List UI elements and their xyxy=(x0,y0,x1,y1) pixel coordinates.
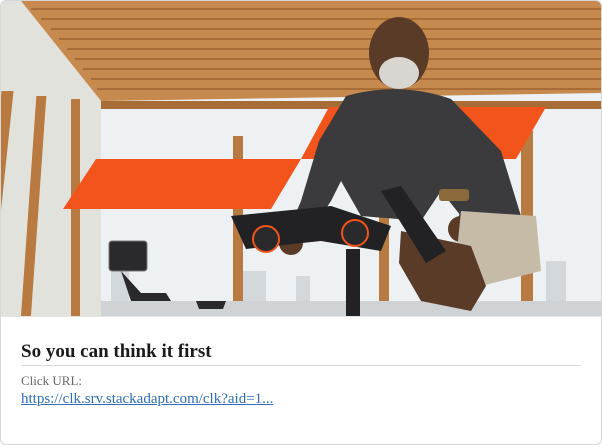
ad-image[interactable] xyxy=(1,1,601,316)
image-divider xyxy=(1,316,601,317)
ad-headline: So you can think it first xyxy=(21,341,212,362)
ad-photo-illustration xyxy=(1,1,601,316)
headline-rule xyxy=(21,365,581,366)
click-url-link[interactable]: https://clk.srv.stackadapt.com/clk?aid=1… xyxy=(21,391,273,408)
click-url-label: Click URL: xyxy=(21,373,83,388)
ad-card: So you can think it first Click URL: htt… xyxy=(0,0,602,445)
